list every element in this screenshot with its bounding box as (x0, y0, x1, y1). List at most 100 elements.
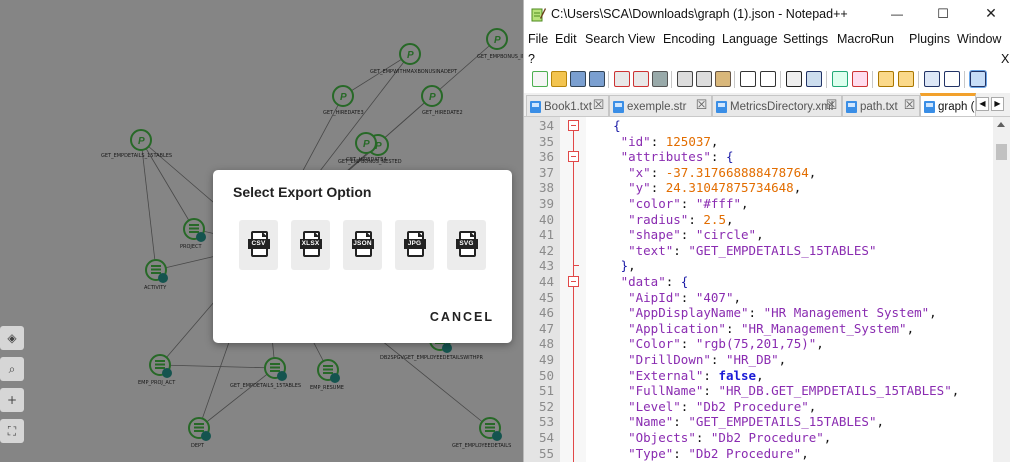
code-line[interactable]: "AipId": "407", (598, 290, 741, 305)
line-number: 36 (538, 149, 554, 165)
tab-graph-1[interactable]: graph (1 (920, 93, 976, 116)
code-line[interactable]: "Application": "HR_Management_System", (598, 321, 914, 336)
layers-button[interactable]: ◈ (0, 326, 24, 350)
open-file-icon[interactable] (551, 71, 567, 87)
save-all-icon[interactable] (589, 71, 605, 87)
code-line[interactable]: "Level": "Db2 Procedure", (598, 399, 816, 414)
close-tab-icon[interactable]: ☒ (592, 99, 605, 112)
code-line[interactable]: "y": 24.31047875734648, (598, 180, 801, 195)
tab-book1-txt[interactable]: Book1.txt ☒ (526, 95, 609, 116)
menu-help[interactable]: ? (528, 52, 535, 66)
print-icon[interactable] (652, 71, 668, 87)
indent-guide-icon[interactable] (969, 70, 987, 88)
close-icon[interactable] (614, 71, 630, 87)
toolbar-separator (671, 71, 672, 88)
zoom-out-icon[interactable] (852, 71, 868, 87)
export-jpg-button[interactable]: JPG (395, 220, 434, 270)
code-line[interactable]: "data": { (598, 274, 689, 289)
code-editor[interactable]: 34 {35 "id": 125037, 36 "attributes": {37… (524, 117, 1010, 462)
fold-toggle[interactable] (568, 120, 579, 131)
cut-icon[interactable] (677, 71, 693, 87)
minimize-icon: — (891, 7, 903, 21)
paste-icon[interactable] (715, 71, 731, 87)
close-tab-icon[interactable]: ☒ (695, 99, 708, 112)
code-line[interactable]: "shape": "circle", (598, 227, 764, 242)
code-line[interactable]: "id": 125037, (598, 134, 719, 149)
code-line[interactable]: "text": "GET_EMPDETAILS_15TABLES" (598, 243, 876, 258)
tab-exemple-str[interactable]: exemple.str ☒ (609, 95, 712, 116)
code-line[interactable]: "radius": 2.5, (598, 212, 733, 227)
menu-language[interactable]: Language (722, 32, 778, 46)
vertical-scrollbar[interactable] (993, 117, 1010, 462)
menu-run[interactable]: Run (871, 32, 894, 46)
close-window-button[interactable]: ✕ (981, 5, 1001, 23)
zoom-in-button[interactable]: + (0, 388, 24, 412)
tab-scroll-left-button[interactable]: ◀ (976, 97, 989, 111)
code-line[interactable]: }, (598, 258, 636, 273)
code-line[interactable]: "Objects": "Db2 Procedure", (598, 430, 831, 445)
fold-toggle[interactable] (568, 276, 579, 287)
fold-toggle[interactable] (568, 151, 579, 162)
line-number: 52 (538, 398, 554, 414)
document-icon (846, 100, 857, 113)
menu-edit[interactable]: Edit (555, 32, 577, 46)
scroll-up-arrow-icon[interactable] (997, 122, 1005, 127)
undo-icon[interactable] (740, 71, 756, 87)
export-dialog: Select Export Option CSV XLSX JSON JPG SVG C… (213, 170, 512, 343)
menu-view[interactable]: View (628, 32, 655, 46)
menu-window[interactable]: Window (957, 32, 1001, 46)
zoom-in-icon[interactable] (832, 71, 848, 87)
menu-macro[interactable]: Macro (837, 32, 872, 46)
code-line[interactable]: { (598, 118, 621, 133)
toolbar-separator (608, 71, 609, 88)
scroll-thumb[interactable] (996, 144, 1007, 160)
code-line[interactable]: "FullName": "HR_DB.GET_EMPDETAILS_15TABL… (598, 383, 959, 398)
menu-file[interactable]: File (528, 32, 548, 46)
toolbar-separator (872, 71, 873, 88)
minimize-button[interactable]: — (887, 5, 907, 23)
sync-horizontal-icon[interactable] (898, 71, 914, 87)
line-number: 48 (538, 336, 554, 352)
tab-metricsdirectory-xml[interactable]: MetricsDirectory.xml ☒ (712, 95, 842, 116)
save-icon[interactable] (570, 71, 586, 87)
export-csv-button[interactable]: CSV (239, 220, 278, 270)
find-icon[interactable] (786, 71, 802, 87)
redo-icon[interactable] (760, 71, 776, 87)
menu-encoding[interactable]: Encoding (663, 32, 715, 46)
close-tab-icon[interactable]: ☒ (903, 99, 916, 112)
close-tab-icon[interactable]: ☒ (825, 99, 838, 112)
code-line[interactable]: "attributes": { (598, 149, 734, 164)
code-line[interactable]: "Name": "GET_EMPDETAILS_15TABLES", (598, 414, 884, 429)
tab-scroll-right-button[interactable]: ▶ (991, 97, 1004, 111)
code-line[interactable]: "DrillDown": "HR_DB", (598, 352, 786, 367)
sync-vertical-icon[interactable] (878, 71, 894, 87)
word-wrap-icon[interactable] (924, 71, 940, 87)
file-icon: XLSX (299, 231, 322, 259)
code-line[interactable]: "x": -37.317668888478764, (598, 165, 816, 180)
new-file-icon[interactable] (532, 71, 548, 87)
search-button[interactable]: ⌕ (0, 357, 24, 381)
code-line[interactable]: "AppDisplayName": "HR Management System"… (598, 305, 937, 320)
line-number: 39 (538, 196, 554, 211)
code-line[interactable]: "Type": "Db2 Procedure", (598, 446, 809, 461)
maximize-button[interactable]: ☐ (933, 5, 953, 23)
menu-settings[interactable]: Settings (783, 32, 828, 46)
export-xlsx-button[interactable]: XLSX (291, 220, 330, 270)
copy-icon[interactable] (696, 71, 712, 87)
code-line[interactable]: "color": "#fff", (598, 196, 748, 211)
export-json-button[interactable]: JSON (343, 220, 382, 270)
menu-plugins[interactable]: Plugins (909, 32, 950, 46)
export-svg-button[interactable]: SVG (447, 220, 486, 270)
line-number: 47 (538, 320, 554, 336)
tab-path-txt[interactable]: path.txt ☒ (842, 95, 920, 116)
replace-icon[interactable] (806, 71, 822, 87)
file-icon: JPG (403, 231, 426, 259)
close-document-button[interactable]: X (1001, 52, 1009, 66)
code-line[interactable]: "Color": "rgb(75,201,75)", (598, 336, 824, 351)
show-all-chars-icon[interactable] (944, 71, 960, 87)
close-all-icon[interactable] (633, 71, 649, 87)
cancel-button[interactable]: CANCEL (430, 310, 494, 324)
menu-search[interactable]: Search (585, 32, 625, 46)
code-line[interactable]: "External": false, (598, 368, 764, 383)
fit-screen-button[interactable]: ⛶ (0, 419, 24, 443)
